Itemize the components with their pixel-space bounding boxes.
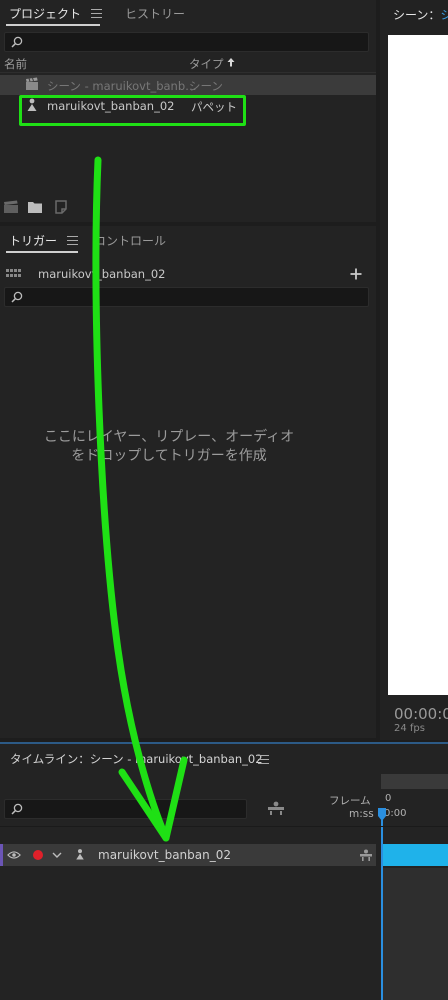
sort-up-arrow-icon <box>227 58 235 67</box>
ruler-frame-zero: 0 <box>385 793 392 804</box>
project-item-scene-type: シーン <box>189 79 223 93</box>
folder-icon[interactable] <box>27 200 43 214</box>
project-item-scene-name: シーン - maruikovt_banb… <box>47 79 197 93</box>
timeline-empty-area[interactable] <box>383 868 448 1000</box>
search-icon <box>11 803 23 815</box>
timeline-search-input[interactable] <box>4 799 247 819</box>
ruler-time-zero: 0:00 <box>384 808 407 819</box>
track-options-icon[interactable] <box>359 849 373 861</box>
add-trigger-plus-icon[interactable] <box>350 268 362 280</box>
project-search-input[interactable] <box>4 32 369 52</box>
track-puppet-icon <box>76 849 84 860</box>
chevron-down-icon[interactable] <box>52 852 62 858</box>
keyboard-icon <box>6 269 21 277</box>
scene-clapboard-icon <box>26 77 38 90</box>
selection-highlight-box <box>19 95 246 126</box>
timeline-panel: タイムライン：シーン - maruikovt_banban_02 フレーム m:… <box>0 742 448 1000</box>
scene-timecode: 00:00:0 <box>394 705 448 723</box>
drop-hint-line-2: をドロップしてトリガーを作成 <box>71 448 267 464</box>
tab-triggers-underline <box>6 251 78 253</box>
record-arm-dot-icon[interactable] <box>33 850 43 860</box>
trigger-search-input[interactable] <box>4 287 369 307</box>
tab-controls[interactable]: コントロール <box>94 232 166 249</box>
new-scene-icon[interactable] <box>3 200 19 214</box>
track-name: maruikovt_banban_02 <box>98 848 232 862</box>
tab-triggers[interactable]: トリガー <box>9 232 57 249</box>
puppet-track-icon[interactable] <box>267 801 285 815</box>
track-clip-bar[interactable] <box>383 844 448 866</box>
triggers-panel-menu-icon[interactable] <box>67 236 78 245</box>
project-item-scene[interactable]: シーン - maruikovt_banb… シーン <box>0 75 376 95</box>
tab-scene-suffix: シ <box>440 8 448 22</box>
trigger-puppet-name: maruikovt_banban_02 <box>38 267 166 281</box>
tab-project-underline <box>6 24 100 26</box>
column-divider <box>0 72 376 73</box>
project-panel: プロジェクト ヒストリー 名前 タイプ シーン - maruikovt_banb… <box>0 0 376 222</box>
triggers-panel: トリガー コントロール maruikovt_banban_02 ここにレイヤー、… <box>0 226 376 738</box>
search-icon <box>11 36 23 48</box>
timeline-panel-menu-icon[interactable] <box>258 755 269 764</box>
tab-project[interactable]: プロジェクト <box>9 5 81 22</box>
scene-panel: シーン：シ 00:00:0 24 fps <box>380 0 448 740</box>
tab-scene[interactable]: シーン：シ <box>393 6 448 23</box>
ruler-divider <box>381 788 448 789</box>
new-item-icon[interactable] <box>54 200 68 214</box>
timeline-top-border <box>0 742 448 744</box>
tab-history[interactable]: ヒストリー <box>125 5 185 22</box>
time-label: m:ss <box>349 808 374 820</box>
timeline-ruler[interactable] <box>381 774 448 788</box>
drop-hint-line-1: ここにレイヤー、リプレー、オーディオ <box>43 429 295 445</box>
search-icon <box>11 291 23 303</box>
column-header-type[interactable]: タイプ <box>189 56 224 72</box>
tab-scene-prefix: シーン： <box>393 8 441 22</box>
timeline-header-divider <box>0 826 448 827</box>
frames-label: フレーム <box>329 795 371 807</box>
visibility-eye-icon[interactable] <box>7 850 21 860</box>
project-panel-menu-icon[interactable] <box>91 9 102 18</box>
timeline-title: タイムライン：シーン - maruikovt_banban_02 <box>10 752 263 766</box>
scene-fps: 24 fps <box>394 723 425 734</box>
timeline-track-row[interactable]: maruikovt_banban_02 <box>0 844 376 866</box>
trigger-list-area[interactable] <box>0 312 376 738</box>
scene-canvas[interactable] <box>388 35 448 695</box>
column-header-name[interactable]: 名前 <box>4 56 27 72</box>
